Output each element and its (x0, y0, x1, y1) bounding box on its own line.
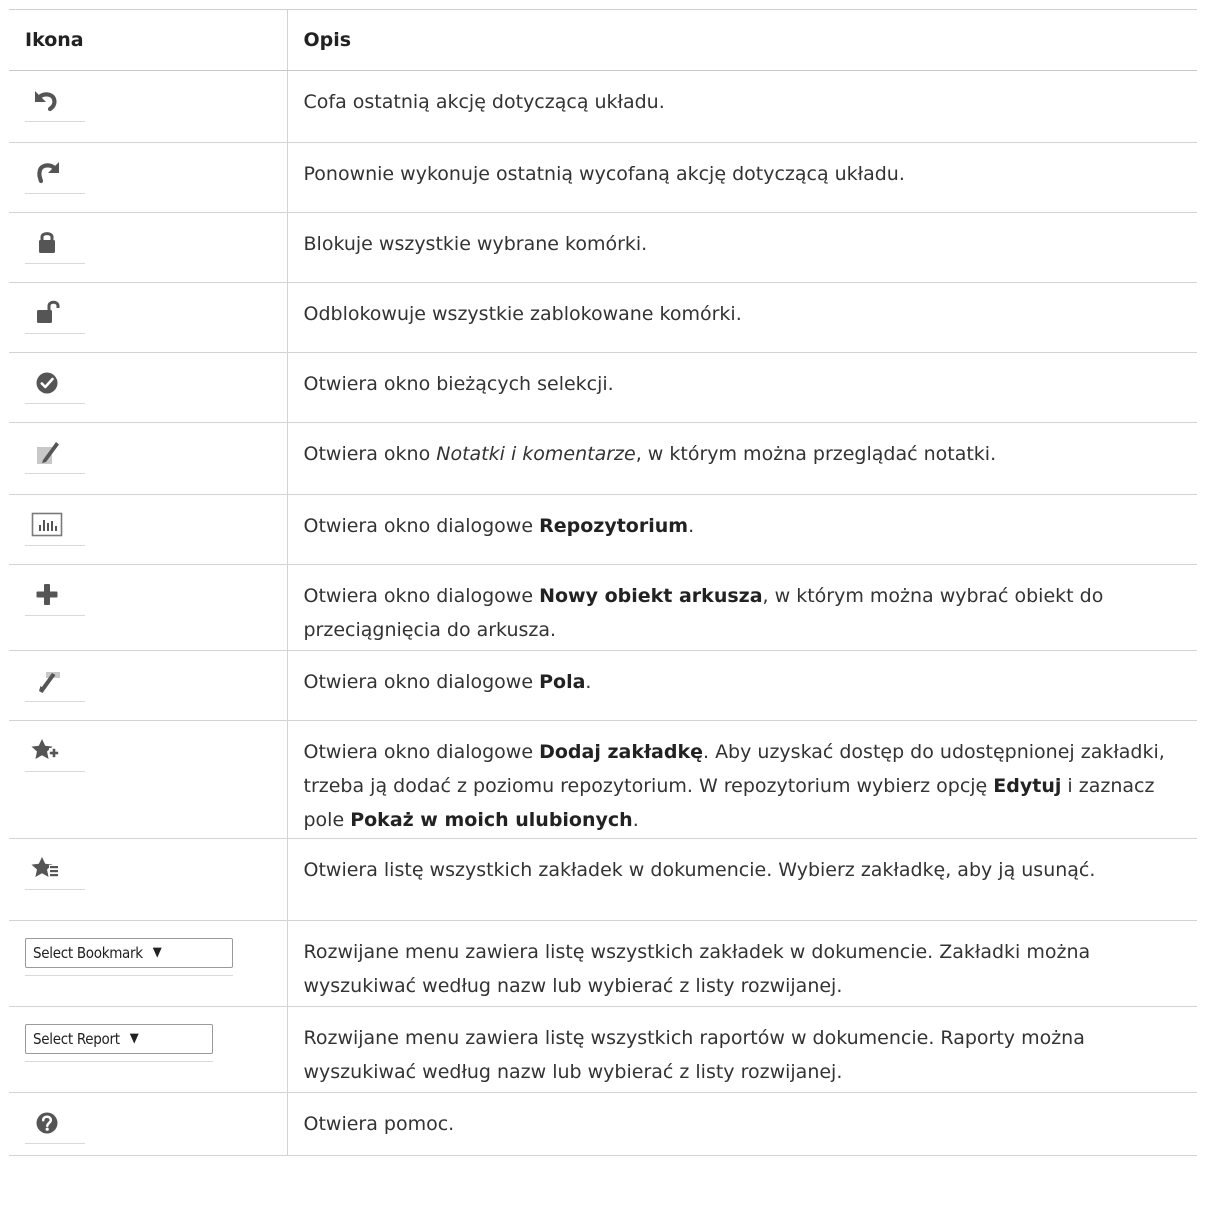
description-text: Notatki i komentarze (436, 443, 636, 465)
description-text: Pokaż w moich ulubionych (350, 809, 633, 831)
description-cell: Ponownie wykonuje ostatnią wycofaną akcj… (286, 142, 1197, 213)
description-text: Cofa ostatnią akcję dotyczącą układu. (303, 91, 665, 113)
add-bookmark-icon (25, 731, 85, 772)
header-icon-column: Ikona (9, 9, 287, 71)
plus-icon (25, 575, 85, 616)
table-row: Otwiera okno dialogowe Pola. (9, 650, 1197, 721)
description-cell: Rozwijane menu zawiera listę wszystkich … (286, 920, 1197, 1007)
notes-icon (25, 433, 85, 474)
description-text: Otwiera okno (303, 443, 437, 465)
redo-icon (25, 153, 85, 194)
description-text: Pola (539, 671, 586, 693)
description-cell: Cofa ostatnią akcję dotyczącą układu. (286, 70, 1197, 143)
icon-cell (9, 494, 287, 565)
icon-cell (9, 650, 287, 721)
fields-icon (25, 661, 85, 702)
header-description-column: Opis (286, 9, 1197, 71)
description-cell: Odblokowuje wszystkie zablokowane komórk… (286, 282, 1197, 353)
table-row: Otwiera listę wszystkich zakładek w doku… (9, 838, 1197, 921)
icon-cell (9, 720, 287, 839)
description-text: Nowy obiekt arkusza (539, 585, 763, 607)
description-text: Repozytorium (539, 515, 689, 537)
select-dropdown-sample: Select Bookmark ▼ (25, 935, 233, 976)
table-row: Blokuje wszystkie wybrane komórki. (9, 212, 1197, 283)
table-row: Ponownie wykonuje ostatnią wycofaną akcj… (9, 142, 1197, 213)
description-text: Dodaj zakładkę (539, 741, 703, 763)
dropdown-arrow-icon: ▼ (129, 1031, 139, 1046)
select-dropdown-label: Select Bookmark (33, 944, 143, 962)
description-text: Odblokowuje wszystkie zablokowane komórk… (303, 303, 742, 325)
table-row: Otwiera okno Notatki i komentarze, w któ… (9, 422, 1197, 495)
description-cell: Otwiera okno dialogowe Nowy obiekt arkus… (286, 564, 1197, 651)
unlock-icon (25, 293, 85, 334)
description-cell: Blokuje wszystkie wybrane komórki. (286, 212, 1197, 283)
table-row: Select Report ▼ Rozwijane menu zawiera lis… (9, 1006, 1197, 1093)
description-text: . (585, 671, 592, 693)
dropdown-arrow-icon: ▼ (152, 945, 162, 960)
icon-cell: Select Bookmark ▼ (9, 920, 287, 1007)
table-row: Otwiera okno dialogowe Nowy obiekt arkus… (9, 564, 1197, 651)
description-text: Blokuje wszystkie wybrane komórki. (303, 233, 648, 255)
icon-cell (9, 1092, 287, 1156)
description-text: Otwiera okno dialogowe (303, 585, 540, 607)
table-row: Otwiera okno dialogowe Dodaj zakładkę. A… (9, 720, 1197, 839)
description-text: Edytuj (993, 775, 1062, 797)
table-row: Otwiera pomoc. (9, 1092, 1197, 1156)
current-selections-icon (25, 363, 85, 404)
description-text: , w którym można przeglądać notatki. (635, 443, 997, 465)
description-text: Otwiera pomoc. (303, 1113, 455, 1135)
description-text: Otwiera listę wszystkich zakładek w doku… (303, 859, 1096, 881)
table-row: Otwiera okno dialogowe Repozytorium. (9, 494, 1197, 565)
description-text: Rozwijane menu zawiera listę wszystkich … (303, 941, 1091, 997)
lock-icon (25, 223, 85, 264)
description-text: . (632, 809, 639, 831)
table-header-row: Ikona Opis (9, 9, 1197, 71)
description-text: Otwiera okno dialogowe (303, 671, 540, 693)
description-text: Otwiera okno dialogowe (303, 741, 540, 763)
icon-cell (9, 70, 287, 143)
description-text: Rozwijane menu zawiera listę wszystkich … (303, 1027, 1085, 1083)
description-cell: Otwiera pomoc. (286, 1092, 1197, 1156)
description-cell: Rozwijane menu zawiera listę wszystkich … (286, 1006, 1197, 1093)
toolbar-icons-table: Ikona Opis Cofa ostatnią akcję dotyczącą… (9, 9, 1197, 1156)
icon-cell: Select Report ▼ (9, 1006, 287, 1093)
icon-cell (9, 142, 287, 213)
repository-icon (25, 505, 85, 546)
table-body: Cofa ostatnią akcję dotyczącą układu. Po… (9, 70, 1197, 1156)
undo-icon (25, 81, 85, 122)
description-cell: Otwiera okno Notatki i komentarze, w któ… (286, 422, 1197, 495)
icon-cell (9, 212, 287, 283)
table-row: Odblokowuje wszystkie zablokowane komórk… (9, 282, 1197, 353)
select-dropdown-label: Select Report (33, 1030, 120, 1048)
table-row: Select Bookmark ▼ Rozwijane menu zawiera l… (9, 920, 1197, 1007)
description-text: Otwiera okno bieżących selekcji. (303, 373, 614, 395)
icon-cell (9, 282, 287, 353)
remove-bookmark-icon (25, 849, 85, 890)
description-cell: Otwiera okno dialogowe Dodaj zakładkę. A… (286, 720, 1197, 839)
description-cell: Otwiera okno dialogowe Pola. (286, 650, 1197, 721)
select-dropdown[interactable]: Select Report ▼ (25, 1024, 213, 1054)
icon-cell (9, 422, 287, 495)
description-text: Otwiera okno dialogowe (303, 515, 540, 537)
description-cell: Otwiera listę wszystkich zakładek w doku… (286, 838, 1197, 921)
icon-cell (9, 352, 287, 423)
icon-cell (9, 838, 287, 921)
table-row: Otwiera okno bieżących selekcji. (9, 352, 1197, 423)
description-text: . (688, 515, 695, 537)
description-cell: Otwiera okno bieżących selekcji. (286, 352, 1197, 423)
help-icon (25, 1103, 85, 1144)
select-dropdown-sample: Select Report ▼ (25, 1021, 213, 1062)
description-text: Ponownie wykonuje ostatnią wycofaną akcj… (303, 163, 905, 185)
icon-cell (9, 564, 287, 651)
table-row: Cofa ostatnią akcję dotyczącą układu. (9, 70, 1197, 143)
select-dropdown[interactable]: Select Bookmark ▼ (25, 938, 233, 968)
description-cell: Otwiera okno dialogowe Repozytorium. (286, 494, 1197, 565)
